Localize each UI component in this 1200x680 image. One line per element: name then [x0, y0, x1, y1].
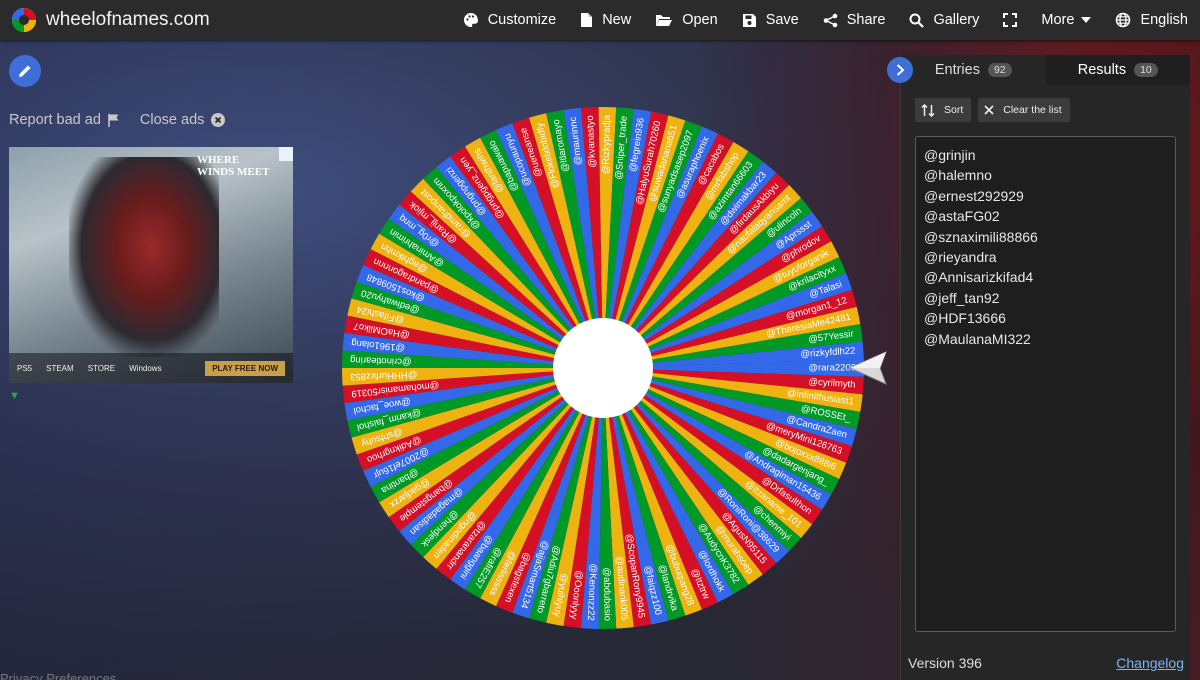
side-panel: Entries 92 Results 10 Sort Clear the lis…: [900, 55, 1190, 680]
language-label: English: [1140, 12, 1188, 28]
list-item: @HDF13666: [924, 310, 1006, 327]
entries-count-badge: 92: [987, 63, 1012, 77]
privacy-preferences-link[interactable]: Privacy Preferences: [0, 671, 116, 680]
fullscreen-icon: [1003, 13, 1018, 27]
main-nav: Customize New Open Save Share Gallery Mo…: [451, 0, 1200, 40]
list-item: @Annisarizkifad4: [924, 269, 1034, 286]
close-ads-link[interactable]: Close ads: [139, 112, 226, 128]
close-ads-label: Close ads: [139, 112, 205, 128]
save-label: Save: [765, 12, 799, 28]
wheel-center-hub[interactable]: [553, 318, 653, 418]
version-label: Version 396: [908, 655, 982, 671]
wheel-entry-label: @abdubasio: [601, 567, 613, 621]
top-navigation-bar: wheelofnames.com Customize New Open Save…: [0, 0, 1200, 40]
tab-entries[interactable]: Entries 92: [901, 55, 1046, 85]
palette-icon: [463, 13, 478, 27]
chevron-right-icon: [896, 64, 904, 76]
results-list[interactable]: @grinjin @halemno @ernest292929 @astaFG0…: [915, 136, 1176, 632]
collapse-panel-button[interactable]: [887, 57, 913, 83]
results-count-badge: 10: [1134, 63, 1158, 77]
globe-icon: [1116, 12, 1131, 28]
chevron-down-icon: [1081, 17, 1092, 23]
wheel-entry-label: @Rizkypradja: [601, 114, 613, 174]
ad-platform-steam: STEAM: [46, 363, 74, 373]
new-button[interactable]: New: [568, 0, 643, 40]
ad-controls: Report bad ad Close ads: [9, 112, 245, 128]
wheel-pointer-icon: [848, 351, 887, 385]
share-icon: [823, 13, 838, 27]
report-bad-ad-label: Report bad ad: [9, 112, 101, 128]
new-file-icon: [581, 13, 593, 27]
flag-icon: [108, 114, 119, 127]
more-label: More: [1041, 12, 1075, 28]
close-circle-icon: [211, 113, 226, 127]
changelog-link[interactable]: Changelog: [1116, 655, 1184, 671]
list-item: @jeff_tan92: [924, 289, 1000, 306]
list-item: @MaulanaMI322: [924, 330, 1031, 347]
list-item: @grinjin: [924, 147, 976, 163]
fullscreen-button[interactable]: [991, 0, 1029, 40]
new-label: New: [602, 12, 632, 28]
wheelofnames-logo-icon[interactable]: [10, 6, 38, 34]
save-icon: [742, 13, 756, 27]
ad-platform-windows: Windows: [129, 363, 162, 373]
customize-label: Customize: [487, 12, 557, 28]
ad-platform-ps5: PS5: [17, 363, 33, 373]
ad-character-image: [69, 157, 219, 357]
gallery-label: Gallery: [933, 12, 980, 28]
wheel-entry-label: @crinotlearing: [350, 354, 412, 367]
advertisement-banner[interactable]: WHERE WINDS MEET PS5 STEAM STORE Windows…: [9, 147, 293, 383]
edit-wheel-button[interactable]: [9, 55, 41, 87]
list-item: @astaFG02: [924, 208, 1000, 225]
ad-play-button[interactable]: PLAY FREE NOW: [205, 360, 285, 376]
language-button[interactable]: English: [1103, 0, 1200, 40]
ad-platform-bar: PS5 STEAM STORE Windows PLAY FREE NOW: [9, 353, 293, 383]
list-item: @ernest292929: [924, 187, 1024, 204]
search-icon: [909, 13, 925, 28]
panel-tabs: Entries 92 Results 10: [901, 55, 1190, 85]
ad-title: WHERE WINDS MEET: [197, 154, 270, 178]
gallery-button[interactable]: Gallery: [897, 0, 991, 40]
list-item: @sznaximili88866: [924, 228, 1038, 245]
tab-entries-label: Entries: [934, 62, 980, 78]
open-button[interactable]: Open: [643, 0, 729, 40]
pencil-icon: [19, 65, 31, 77]
clear-list-button[interactable]: Clear the list: [978, 98, 1070, 122]
close-icon: [984, 105, 994, 115]
name-wheel[interactable]: @rara2208@cyrilmyth@infinithusiast1@ROSS…: [340, 105, 866, 631]
more-menu-button[interactable]: More: [1029, 0, 1103, 40]
list-item: @halemno: [924, 167, 992, 184]
site-name[interactable]: wheelofnames.com: [46, 9, 210, 31]
tab-results[interactable]: Results 10: [1045, 55, 1190, 85]
customize-button[interactable]: Customize: [451, 0, 569, 40]
ad-feedback-icon[interactable]: ▼: [9, 390, 20, 402]
clear-list-label: Clear the list: [1003, 104, 1062, 116]
list-item: @rieyandra: [924, 248, 997, 265]
share-button[interactable]: Share: [811, 0, 898, 40]
results-toolbar: Sort Clear the list: [915, 98, 1077, 122]
adchoices-icon[interactable]: [279, 147, 293, 161]
wheel-entry-label: @HHHurfirz853: [350, 369, 418, 382]
ad-platform-store: STORE: [87, 363, 116, 373]
share-label: Share: [846, 12, 886, 28]
save-button[interactable]: Save: [730, 0, 811, 40]
sort-button[interactable]: Sort: [915, 98, 972, 122]
report-bad-ad-link[interactable]: Report bad ad: [9, 112, 120, 128]
sort-icon: [921, 103, 935, 117]
tab-results-label: Results: [1077, 62, 1127, 78]
folder-open-icon: [656, 15, 673, 26]
sort-label: Sort: [944, 104, 964, 116]
open-label: Open: [682, 12, 718, 28]
panel-footer: Version 396 Changelog: [908, 655, 1184, 671]
wheel-container[interactable]: @rara2208 @cyrilmyth @infinithusiast1 @ROSS…: [340, 105, 866, 631]
